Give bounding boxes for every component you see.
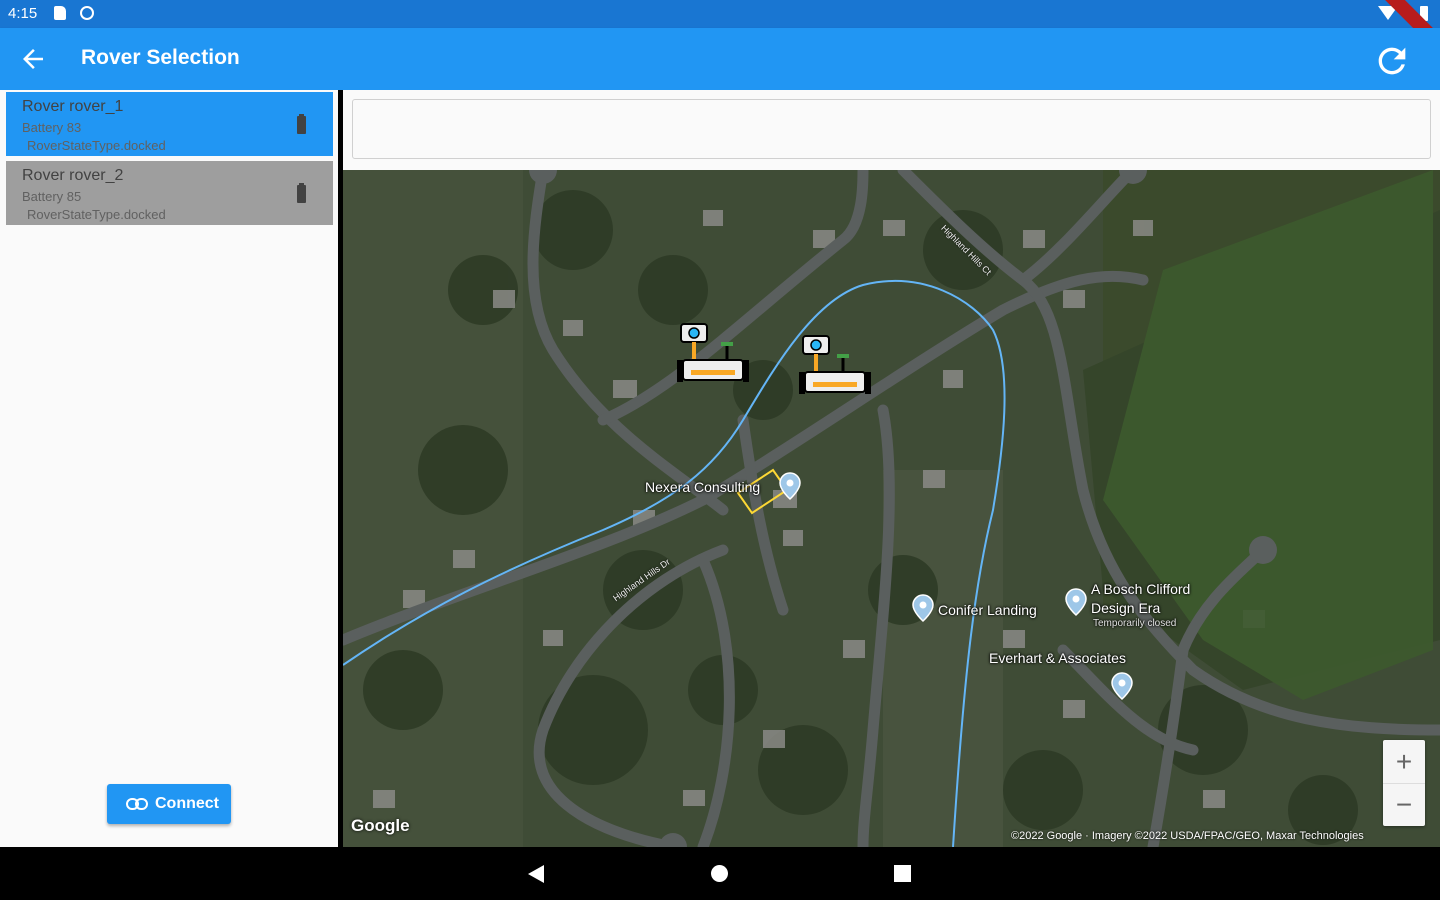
map-label-bosch-sub: Design Era: [1091, 600, 1161, 616]
sd-card-icon: [54, 6, 66, 20]
refresh-icon: [1378, 47, 1406, 75]
map-label-everhart: Everhart & Associates: [989, 650, 1126, 666]
zoom-controls: + −: [1383, 740, 1425, 826]
place-pin-icon[interactable]: [1111, 672, 1133, 700]
back-button[interactable]: [18, 44, 48, 74]
nav-recents-icon[interactable]: [894, 865, 911, 882]
zoom-in-button[interactable]: +: [1383, 740, 1425, 784]
status-time: 4:15: [8, 5, 38, 22]
rover-card-rover-2[interactable]: Rover rover_2 Battery 85 RoverStateType.…: [6, 161, 333, 225]
rover-marker-rover-1[interactable]: [673, 320, 753, 400]
rover-state: RoverStateType.docked: [27, 138, 166, 153]
connect-button[interactable]: Connect: [107, 784, 231, 824]
refresh-button[interactable]: [1372, 41, 1412, 81]
rover-icon: [799, 335, 871, 394]
sync-disabled-icon: [80, 6, 94, 20]
battery-icon: [297, 114, 306, 134]
google-logo: Google: [351, 816, 410, 835]
rover-list-panel: Rover rover_1 Battery 83 RoverStateType.…: [0, 90, 338, 847]
rover-name: Rover rover_1: [22, 98, 124, 115]
rover-battery: Battery 85: [22, 189, 82, 204]
rover-name: Rover rover_2: [22, 167, 124, 184]
nav-home-icon[interactable]: [711, 865, 728, 882]
place-pin-icon[interactable]: [779, 472, 801, 500]
page-title: Rover Selection: [81, 46, 240, 69]
app-bar: Rover Selection: [0, 28, 1440, 90]
rover-card-rover-1[interactable]: Rover rover_1 Battery 83 RoverStateType.…: [6, 92, 333, 156]
zoom-out-button[interactable]: −: [1383, 783, 1425, 826]
system-nav-bar: [0, 847, 1440, 900]
rover-marker-rover-2[interactable]: [795, 332, 875, 412]
rover-icon: [677, 323, 749, 382]
map-label-conifer: Conifer Landing: [938, 602, 1037, 618]
battery-icon: [297, 183, 306, 203]
map-label-bosch-status: Temporarily closed: [1093, 618, 1177, 629]
arrow-back-icon: [23, 49, 43, 69]
rover-info-field[interactable]: [352, 99, 1431, 159]
status-bar: 4:15: [0, 0, 1440, 63]
nav-back-icon[interactable]: [528, 865, 544, 883]
link-icon: [126, 798, 148, 810]
rover-state: RoverStateType.docked: [27, 207, 166, 222]
satellite-imagery: [343, 170, 1440, 847]
connect-label: Connect: [155, 795, 219, 812]
map-label-nexera: Nexera Consulting: [645, 479, 761, 495]
map-view[interactable]: Nexera Consulting Conifer Landing A Bosc…: [343, 170, 1440, 847]
map-label-bosch: A Bosch Clifford: [1091, 581, 1191, 597]
place-pin-icon[interactable]: [912, 594, 934, 622]
place-pin-icon[interactable]: [1065, 588, 1087, 616]
map-copyright: ©2022 Google · Imagery ©2022 USDA/FPAC/G…: [1011, 830, 1364, 842]
rover-battery: Battery 83: [22, 120, 82, 135]
